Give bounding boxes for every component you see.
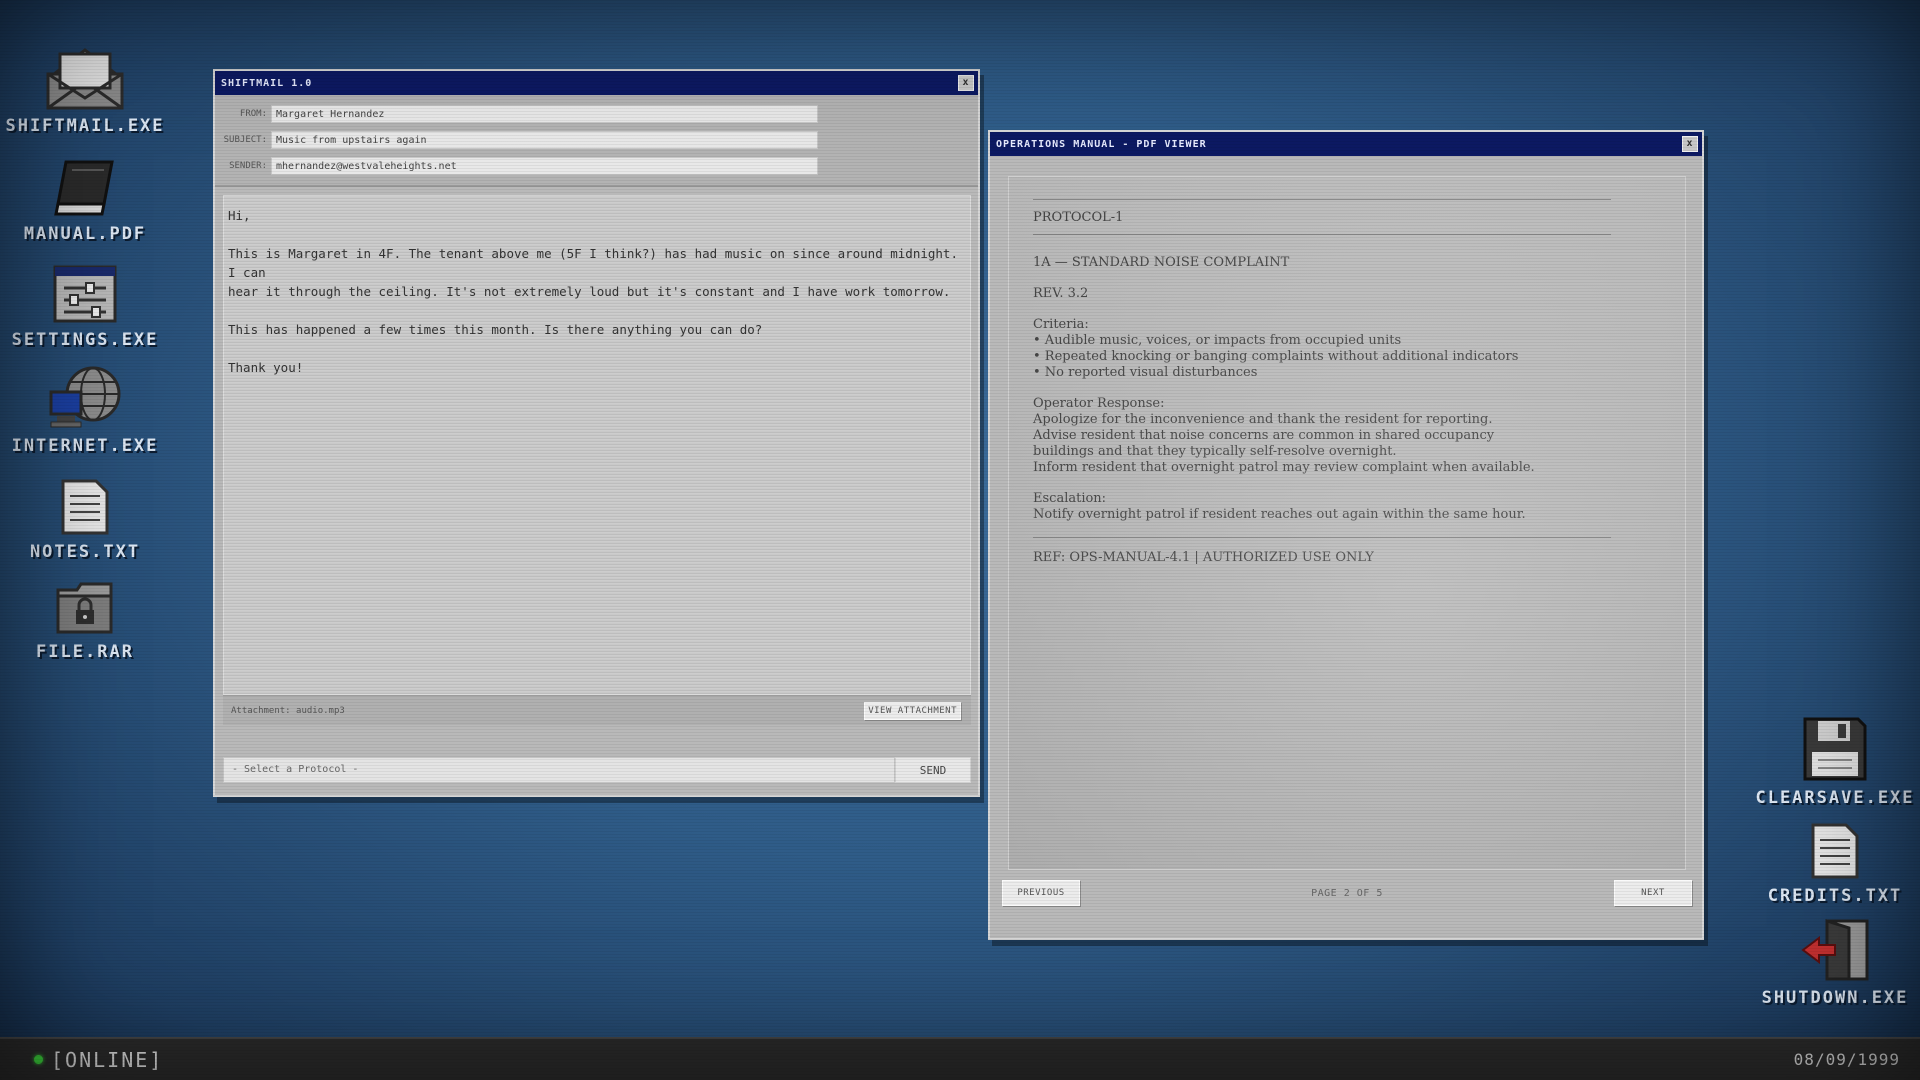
desktop-icon-label: INTERNET.EXE — [11, 436, 159, 456]
mail-titlebar[interactable]: SHIFTMAIL 1.0 x — [215, 71, 978, 95]
mail-header-fields: FROM: Margaret Hernandez SUBJECT: Music … — [215, 95, 978, 187]
attachment-bar: Attachment: audio.mp3 VIEW ATTACHMENT — [223, 695, 971, 725]
pdf-page[interactable]: PROTOCOL-1 1A — STANDARD NOISE COMPLAINT… — [1008, 176, 1686, 870]
pdf-navigation: PREVIOUS PAGE 2 OF 5 NEXT — [1002, 878, 1692, 908]
desktop-icon-notes[interactable]: NOTES.TXT — [0, 466, 170, 562]
pdf-window-title: OPERATIONS MANUAL - PDF VIEWER — [996, 138, 1207, 150]
desktop-icon-internet[interactable]: INTERNET.EXE — [0, 360, 170, 456]
connection-status: [ONLINE] — [34, 1048, 163, 1072]
locked-folder-icon — [55, 566, 115, 636]
from-field: Margaret Hernandez — [271, 105, 818, 123]
from-label: FROM: — [239, 109, 267, 119]
subject-row: SUBJECT: Music from upstairs again — [215, 127, 978, 153]
sender-row: SENDER: mhernandez@westvaleheights.net — [215, 153, 978, 179]
desktop-icon-clearsave[interactable]: CLEARSAVE.EXE — [1750, 712, 1920, 808]
page-indicator: PAGE 2 OF 5 — [1311, 887, 1383, 899]
text-file-icon — [60, 466, 110, 536]
mail-paragraph: This has happened a few times this month… — [228, 322, 763, 337]
subject-field: Music from upstairs again — [271, 131, 818, 149]
escalation-label: Escalation: — [1033, 491, 1107, 506]
taskbar-date: 08/09/1999 — [1793, 1050, 1900, 1069]
mail-envelope-icon — [42, 40, 128, 110]
floppy-disk-icon — [1802, 712, 1868, 782]
reference-line: REF: OPS-MANUAL-4.1 | AUTHORIZED USE ONL… — [1033, 550, 1374, 565]
section-title: 1A — STANDARD NOISE COMPLAINT — [1033, 255, 1290, 270]
protocol-row: - Select a Protocol - SEND — [223, 757, 971, 783]
book-icon — [52, 148, 118, 218]
divider — [1033, 234, 1611, 235]
view-attachment-button[interactable]: VIEW ATTACHMENT — [864, 701, 961, 720]
response-line: buildings and that they typically self-r… — [1033, 444, 1397, 459]
sender-label: SENDER: — [229, 161, 267, 171]
desktop-icon-settings[interactable]: SETTINGS.EXE — [0, 254, 170, 350]
from-row: FROM: Margaret Hernandez — [215, 101, 978, 127]
subject-label: SUBJECT: — [223, 135, 267, 145]
desktop-icon-label: FILE.RAR — [36, 642, 134, 662]
pdf-viewer-window[interactable]: OPERATIONS MANUAL - PDF VIEWER x PROTOCO… — [988, 130, 1704, 940]
revision-text: REV. 3.2 — [1033, 286, 1089, 301]
pdf-close-button[interactable]: x — [1682, 136, 1698, 152]
criteria-label: Criteria: — [1033, 317, 1089, 332]
protocol-heading: PROTOCOL-1 — [1033, 210, 1124, 225]
status-text: [ONLINE] — [51, 1047, 164, 1072]
divider — [1033, 537, 1611, 538]
desktop-icon-label: NOTES.TXT — [29, 542, 141, 562]
mail-window-title: SHIFTMAIL 1.0 — [221, 77, 313, 89]
shiftmail-window[interactable]: SHIFTMAIL 1.0 x FROM: Margaret Hernandez… — [213, 69, 980, 797]
desktop-icon-label: SETTINGS.EXE — [11, 330, 159, 350]
criteria-item: • Audible music, voices, or impacts from… — [1033, 333, 1402, 348]
mail-paragraph: Thank you! — [228, 360, 304, 375]
response-line: Inform resident that overnight patrol ma… — [1033, 460, 1535, 475]
mail-paragraph: Hi, — [228, 208, 251, 223]
mail-close-button[interactable]: x — [958, 75, 974, 91]
settings-sliders-icon — [52, 254, 118, 324]
send-button[interactable]: SEND — [895, 757, 971, 783]
taskbar: [ONLINE] 08/09/1999 — [0, 1037, 1920, 1080]
desktop-icon-label: CREDITS.TXT — [1767, 886, 1903, 906]
next-page-button[interactable]: NEXT — [1613, 880, 1692, 906]
response-label: Operator Response: — [1033, 396, 1165, 411]
desktop-icon-label: CLEARSAVE.EXE — [1755, 788, 1915, 808]
desktop-icon-file-rar[interactable]: FILE.RAR — [0, 566, 170, 662]
globe-computer-icon — [47, 360, 123, 430]
previous-page-button[interactable]: PREVIOUS — [1002, 880, 1080, 906]
divider — [1033, 199, 1611, 200]
text-file-icon — [1810, 810, 1860, 880]
criteria-item: • Repeated knocking or banging complaint… — [1033, 349, 1519, 364]
desktop-icon-label: MANUAL.PDF — [23, 224, 147, 244]
attachment-text: Attachment: audio.mp3 — [231, 705, 345, 716]
response-line: Advise resident that noise concerns are … — [1033, 428, 1495, 443]
desktop-icon-shiftmail[interactable]: SHIFTMAIL.EXE — [0, 40, 170, 136]
desktop-icon-shutdown[interactable]: SHUTDOWN.EXE — [1750, 912, 1920, 1008]
escalation-line: Notify overnight patrol if resident reac… — [1033, 507, 1526, 522]
status-dot-icon — [34, 1055, 43, 1064]
desktop-icon-manual[interactable]: MANUAL.PDF — [0, 148, 170, 244]
sender-field: mhernandez@westvaleheights.net — [271, 157, 818, 175]
response-line: Apologize for the inconvenience and than… — [1033, 412, 1493, 427]
desktop-icon-label: SHUTDOWN.EXE — [1761, 988, 1909, 1008]
criteria-item: • No reported visual disturbances — [1033, 365, 1258, 380]
desktop-icon-credits[interactable]: CREDITS.TXT — [1750, 810, 1920, 906]
exit-door-icon — [1799, 912, 1871, 982]
desktop-icon-label: SHIFTMAIL.EXE — [5, 116, 165, 136]
pdf-titlebar[interactable]: OPERATIONS MANUAL - PDF VIEWER x — [990, 132, 1702, 156]
mail-body[interactable]: Hi, This is Margaret in 4F. The tenant a… — [223, 195, 971, 695]
protocol-select[interactable]: - Select a Protocol - — [223, 757, 895, 783]
mail-paragraph: This is Margaret in 4F. The tenant above… — [228, 246, 958, 299]
